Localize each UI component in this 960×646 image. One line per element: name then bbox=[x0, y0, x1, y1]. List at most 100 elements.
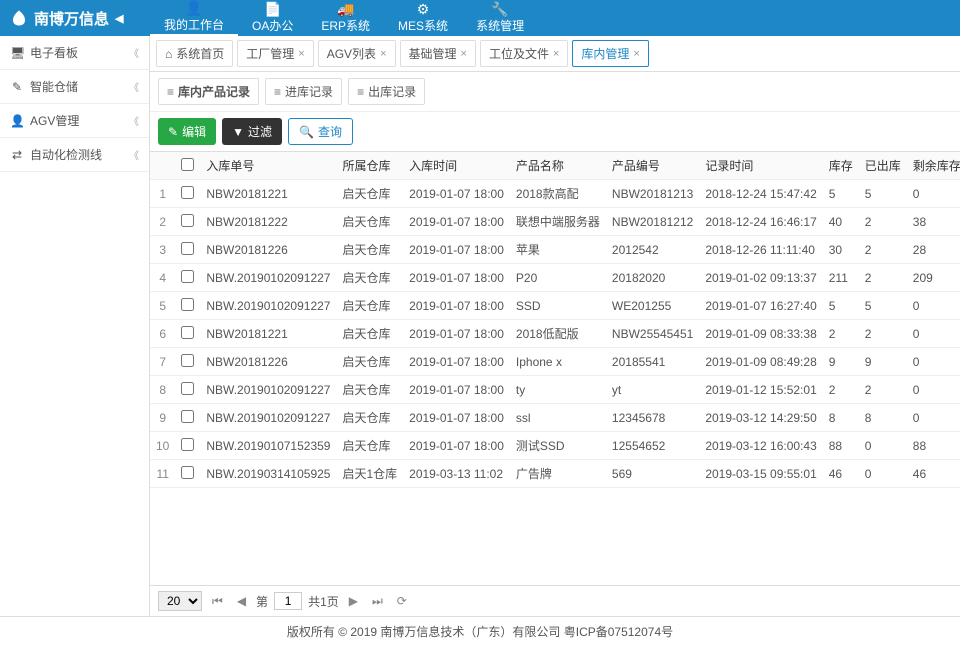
tab[interactable]: 库内管理× bbox=[572, 40, 648, 67]
row-index: 3 bbox=[150, 236, 175, 264]
sidebar-label: AGV管理 bbox=[30, 112, 79, 129]
tab-label: 基础管理 bbox=[409, 45, 457, 62]
chevron-icon: 《 bbox=[129, 147, 139, 162]
tab[interactable]: AGV列表× bbox=[318, 40, 396, 67]
table-row[interactable]: 5NBW.20190102091227启天仓库2019-01-07 18:00S… bbox=[150, 292, 960, 320]
column-header[interactable]: 剩余库存 bbox=[907, 152, 960, 180]
row-checkbox[interactable] bbox=[181, 326, 194, 339]
subtab[interactable]: 出库记录 bbox=[348, 78, 425, 105]
cell: 2019-01-09 08:49:28 bbox=[699, 348, 822, 376]
nav-item[interactable]: 📄OA办公 bbox=[238, 0, 307, 36]
column-header[interactable]: 所属仓库 bbox=[336, 152, 403, 180]
cell: 30 bbox=[823, 236, 859, 264]
sidebar-icon: 👤 bbox=[10, 114, 24, 128]
search-button[interactable]: 🔍 查询 bbox=[288, 118, 353, 145]
table-wrap[interactable]: 入库单号所属仓库入库时间产品名称产品编号记录时间库存已出库剩余库存库存报警 1N… bbox=[150, 151, 960, 585]
cell: 2019-01-07 18:00 bbox=[403, 292, 510, 320]
column-header[interactable]: 产品编号 bbox=[606, 152, 699, 180]
table-row[interactable]: 10NBW.20190107152359启天仓库2019-01-07 18:00… bbox=[150, 432, 960, 460]
tab-label: 工位及文件 bbox=[489, 45, 549, 62]
tab-label: 工厂管理 bbox=[246, 45, 294, 62]
cell: 2019-01-07 18:00 bbox=[403, 404, 510, 432]
tab[interactable]: 工位及文件 × bbox=[480, 40, 568, 67]
tab[interactable]: 基础管理 × bbox=[400, 40, 476, 67]
cell: NBW20181226 bbox=[200, 236, 336, 264]
row-checkbox[interactable] bbox=[181, 242, 194, 255]
nav-item[interactable]: 🚚ERP系统 bbox=[307, 0, 384, 36]
logo-area: 南博万信息 ◀ bbox=[0, 8, 150, 29]
table-row[interactable]: 2NBW20181222启天仓库2019-01-07 18:00联想中端服务器N… bbox=[150, 208, 960, 236]
column-header[interactable] bbox=[150, 152, 175, 180]
cell: Iphone x bbox=[510, 348, 606, 376]
pager-total: 共1页 bbox=[308, 593, 339, 610]
pager: 20 ⏮ ◀ 第 共1页 ▶ ⏭ ⟳ bbox=[150, 585, 960, 616]
filter-button[interactable]: ▼ 过滤 bbox=[222, 118, 282, 145]
sidebar-item[interactable]: ✎智能仓储《 bbox=[0, 70, 149, 104]
cell: ssl bbox=[510, 404, 606, 432]
close-icon[interactable]: × bbox=[298, 48, 304, 60]
cell: SSD bbox=[510, 292, 606, 320]
row-index: 10 bbox=[150, 432, 175, 460]
nav-label: OA办公 bbox=[252, 17, 293, 34]
column-header[interactable]: 入库时间 bbox=[403, 152, 510, 180]
edit-button[interactable]: ✎ 编辑 bbox=[158, 118, 216, 145]
row-index: 6 bbox=[150, 320, 175, 348]
cell: NBW20181213 bbox=[606, 180, 699, 208]
sidebar-item[interactable]: ⇄自动化检测线《 bbox=[0, 138, 149, 172]
row-checkbox[interactable] bbox=[181, 466, 194, 479]
cell: 启天1仓库 bbox=[336, 460, 403, 488]
table-row[interactable]: 7NBW20181226启天仓库2019-01-07 18:00Iphone x… bbox=[150, 348, 960, 376]
row-checkbox[interactable] bbox=[181, 270, 194, 283]
row-checkbox[interactable] bbox=[181, 438, 194, 451]
table-row[interactable]: 3NBW20181226启天仓库2019-01-07 18:00苹果201254… bbox=[150, 236, 960, 264]
sidebar-label: 自动化检测线 bbox=[30, 146, 102, 163]
nav-item[interactable]: ⚙MES系统 bbox=[384, 0, 462, 36]
select-all-checkbox[interactable] bbox=[181, 158, 194, 171]
cell: 46 bbox=[907, 460, 960, 488]
row-checkbox[interactable] bbox=[181, 214, 194, 227]
table-row[interactable]: 11NBW.20190314105925启天1仓库2019-03-13 11:0… bbox=[150, 460, 960, 488]
pager-last[interactable]: ⏭ bbox=[368, 594, 387, 609]
collapse-icon[interactable]: ◀ bbox=[115, 12, 123, 25]
table-row[interactable]: 4NBW.20190102091227启天仓库2019-01-07 18:00P… bbox=[150, 264, 960, 292]
table-row[interactable]: 9NBW.20190102091227启天仓库2019-01-07 18:00s… bbox=[150, 404, 960, 432]
sidebar-item[interactable]: 👤AGV管理《 bbox=[0, 104, 149, 138]
close-icon[interactable]: × bbox=[380, 48, 386, 60]
nav-item[interactable]: 👤我的工作台 bbox=[150, 0, 238, 36]
close-icon[interactable]: × bbox=[461, 48, 467, 60]
cell: 2019-01-07 18:00 bbox=[403, 376, 510, 404]
subtab[interactable]: 进库记录 bbox=[265, 78, 342, 105]
pager-prev[interactable]: ◀ bbox=[233, 594, 250, 608]
pager-next[interactable]: ▶ bbox=[345, 594, 362, 608]
column-header[interactable]: 已出库 bbox=[859, 152, 907, 180]
nav-item[interactable]: 🔧系统管理 bbox=[462, 0, 538, 36]
column-header[interactable]: 入库单号 bbox=[200, 152, 336, 180]
column-header[interactable]: 记录时间 bbox=[699, 152, 822, 180]
pager-page-input[interactable] bbox=[274, 592, 302, 610]
table-row[interactable]: 6NBW20181221启天仓库2019-01-07 18:002018低配版N… bbox=[150, 320, 960, 348]
table-row[interactable]: 8NBW.20190102091227启天仓库2019-01-07 18:00t… bbox=[150, 376, 960, 404]
cell: NBW20181212 bbox=[606, 208, 699, 236]
row-checkbox[interactable] bbox=[181, 382, 194, 395]
row-checkbox[interactable] bbox=[181, 354, 194, 367]
page-size-select[interactable]: 20 bbox=[158, 591, 202, 611]
tab[interactable]: 工厂管理 × bbox=[237, 40, 313, 67]
cell: 启天仓库 bbox=[336, 432, 403, 460]
row-checkbox[interactable] bbox=[181, 298, 194, 311]
column-header[interactable]: 库存 bbox=[823, 152, 859, 180]
close-icon[interactable]: × bbox=[553, 48, 559, 60]
subtab[interactable]: 库内产品记录 bbox=[158, 78, 259, 105]
cell: 28 bbox=[907, 236, 960, 264]
column-header[interactable]: 产品名称 bbox=[510, 152, 606, 180]
pager-refresh[interactable]: ⟳ bbox=[393, 594, 411, 608]
sidebar-item[interactable]: 🖥电子看板《 bbox=[0, 36, 149, 70]
tab[interactable]: 系统首页 bbox=[156, 40, 233, 67]
top-nav: 👤我的工作台📄OA办公🚚ERP系统⚙MES系统🔧系统管理 bbox=[150, 0, 538, 36]
row-checkbox[interactable] bbox=[181, 410, 194, 423]
row-checkbox[interactable] bbox=[181, 186, 194, 199]
pager-first[interactable]: ⏮ bbox=[208, 594, 227, 609]
cell: 211 bbox=[823, 264, 859, 292]
table-row[interactable]: 1NBW20181221启天仓库2019-01-07 18:002018款高配N… bbox=[150, 180, 960, 208]
column-header[interactable] bbox=[175, 152, 200, 180]
close-icon[interactable]: × bbox=[633, 48, 639, 60]
